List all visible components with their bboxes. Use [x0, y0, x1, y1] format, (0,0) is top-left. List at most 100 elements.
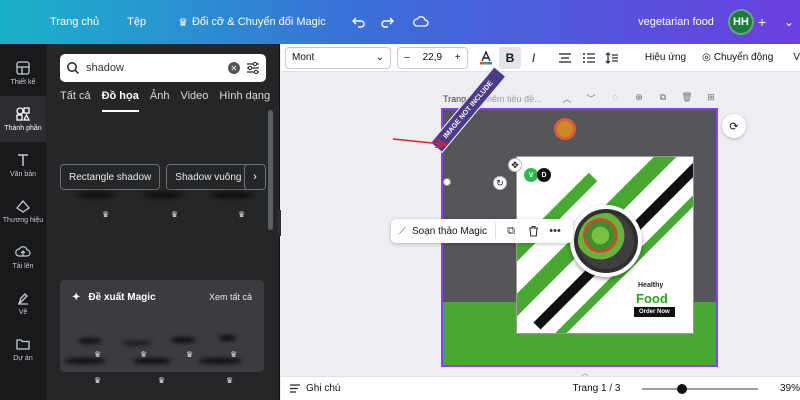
zoom-slider-handle[interactable]: [676, 383, 687, 394]
italic-button[interactable]: I: [523, 47, 545, 69]
crown-icon: ♛: [226, 376, 234, 385]
rail-item-draw[interactable]: Vẽ: [0, 280, 46, 326]
shadow-graphic[interactable]: [218, 335, 236, 341]
duplicate-icon[interactable]: ⧉: [500, 220, 522, 242]
shadow-graphic[interactable]: [170, 337, 196, 343]
undo-icon[interactable]: [348, 11, 370, 33]
chevron-down-icon: ⌄: [375, 52, 385, 63]
effects-button[interactable]: Hiệu ứng: [645, 52, 686, 63]
crown-icon: ♛: [158, 376, 166, 385]
upload-icon: [15, 246, 31, 257]
align-center-icon[interactable]: [554, 47, 576, 69]
crown-icon: ♛: [171, 210, 179, 219]
tab-graphics[interactable]: Đồ họa: [101, 90, 139, 112]
chevron-right-icon[interactable]: ›: [244, 164, 266, 190]
shadow-graphic[interactable]: [64, 358, 106, 364]
rail-item-label: Thành phần: [4, 125, 42, 132]
magic-resize-button[interactable]: ♛ Đổi cỡ & Chuyển đổi Magic: [168, 16, 336, 29]
order-now-text[interactable]: Order Now: [634, 307, 675, 317]
chip-square-shadow[interactable]: Shadow vuông: [166, 164, 251, 190]
crown-icon: ♛: [186, 350, 194, 359]
list-icon[interactable]: [578, 47, 600, 69]
home-link[interactable]: Trang chủ: [40, 16, 109, 28]
increase-size-button[interactable]: +: [449, 52, 467, 63]
rail-item-uploads[interactable]: Tải lên: [0, 234, 46, 280]
clear-search-icon[interactable]: ✕: [228, 62, 240, 74]
avatar[interactable]: HH: [727, 9, 754, 35]
delete-page-icon[interactable]: 🗑: [680, 92, 694, 105]
food-text[interactable]: Food: [636, 291, 668, 306]
chevron-up-icon[interactable]: ︿: [560, 92, 574, 105]
search-input[interactable]: [86, 62, 222, 74]
refresh-icon[interactable]: ⟳: [722, 114, 746, 138]
rotate-handle[interactable]: [554, 118, 576, 140]
shadow-graphic[interactable]: [142, 192, 184, 198]
shadow-graphic[interactable]: [76, 192, 116, 198]
shadow-results-row[interactable]: ♛ ♛ ♛: [60, 188, 266, 219]
page-title[interactable]: Trang 1 - Thêm tiêu đề...: [443, 94, 542, 104]
brand-icon: [16, 200, 30, 213]
layout-icon: [16, 61, 30, 75]
font-select[interactable]: Mont ⌄: [285, 46, 392, 69]
font-size-stepper: – 22,9 +: [397, 46, 468, 69]
notes-button[interactable]: Ghi chú: [289, 383, 340, 394]
trash-icon[interactable]: [522, 220, 544, 242]
redo-icon[interactable]: [376, 11, 398, 33]
resize-handle[interactable]: [443, 178, 451, 186]
shadow-graphic[interactable]: [210, 192, 254, 198]
rail-item-design[interactable]: Thiết kế: [0, 50, 46, 96]
red-arrow-annotation: [392, 138, 448, 148]
tab-shapes[interactable]: Hình dạng: [219, 90, 270, 112]
shadow-graphic[interactable]: [198, 358, 242, 364]
magic-title-label: Đề xuất Magic: [88, 292, 156, 303]
zoom-slider[interactable]: [642, 383, 758, 394]
crown-icon: ♛: [94, 376, 102, 385]
font-size-value[interactable]: 22,9: [416, 52, 449, 63]
page-count[interactable]: Trang 1 / 3: [572, 383, 620, 394]
shadow-graphic[interactable]: [78, 338, 102, 344]
chip-rectangle-shadow[interactable]: Rectangle shadow: [60, 164, 161, 190]
add-page-icon[interactable]: ⊕: [632, 92, 646, 105]
tab-all[interactable]: Tất cả: [60, 90, 91, 112]
more-options-icon[interactable]: •••: [544, 220, 566, 242]
add-collaborator-button[interactable]: +: [758, 14, 772, 30]
rail-item-brand[interactable]: Thương hiệu: [0, 188, 46, 234]
decrease-size-button[interactable]: –: [398, 52, 416, 63]
shadow-graphic[interactable]: [132, 358, 172, 364]
rail-item-text[interactable]: Văn bản: [0, 142, 46, 188]
line-spacing-icon[interactable]: [601, 47, 623, 69]
tab-photos[interactable]: Ảnh: [150, 90, 170, 112]
search-box[interactable]: ✕: [60, 54, 266, 82]
category-tabs: Tất cả Đồ họa Ảnh Video Hình dạng ›: [60, 90, 285, 112]
tab-videos[interactable]: Video: [180, 90, 208, 112]
more-icon[interactable]: ⌄: [784, 15, 794, 29]
magic-suggestions-title: ✦ Đề xuất Magic: [72, 292, 156, 303]
panel-scrollbar[interactable]: [268, 110, 273, 230]
move-icon[interactable]: ✥: [508, 158, 522, 172]
rail-item-projects[interactable]: Dự án: [0, 326, 46, 372]
rail-item-label: Thiết kế: [10, 79, 36, 86]
animate-button[interactable]: ◎ Chuyển động: [702, 52, 773, 63]
magic-wand-icon: ⟋: [399, 225, 406, 237]
shadow-graphic[interactable]: [122, 340, 152, 346]
cloud-save-icon[interactable]: [410, 11, 432, 33]
filter-icon[interactable]: [246, 61, 260, 75]
healthy-text[interactable]: Healthy: [638, 282, 663, 289]
magic-edit-button[interactable]: ⟋ Soạn thảo Magic: [391, 223, 497, 239]
shapes-icon: [16, 107, 31, 121]
zoom-level[interactable]: 39%: [780, 383, 800, 394]
text-toolbar: Mont ⌄ – 22,9 + B I Hiệu ứng ◎ Chuyển độ…: [281, 44, 800, 72]
see-all-link[interactable]: Xem tất cả: [209, 292, 252, 302]
chevron-down-icon[interactable]: ﹀: [584, 92, 598, 105]
file-menu[interactable]: Tệp: [117, 16, 156, 28]
add-icon[interactable]: ⊞: [704, 92, 718, 105]
duplicate-page-icon[interactable]: ⧉: [656, 92, 670, 105]
more-toolbar-button[interactable]: V: [793, 52, 800, 63]
rotate-icon[interactable]: ↻: [493, 176, 507, 190]
font-name: Mont: [292, 52, 315, 63]
chevron-up-icon[interactable]: ︿: [578, 368, 592, 377]
hide-page-icon[interactable]: ◌: [608, 92, 622, 105]
document-name[interactable]: vegetarian food: [638, 16, 714, 28]
rail-item-elements[interactable]: Thành phần: [0, 96, 46, 142]
bold-button[interactable]: B: [499, 46, 521, 69]
